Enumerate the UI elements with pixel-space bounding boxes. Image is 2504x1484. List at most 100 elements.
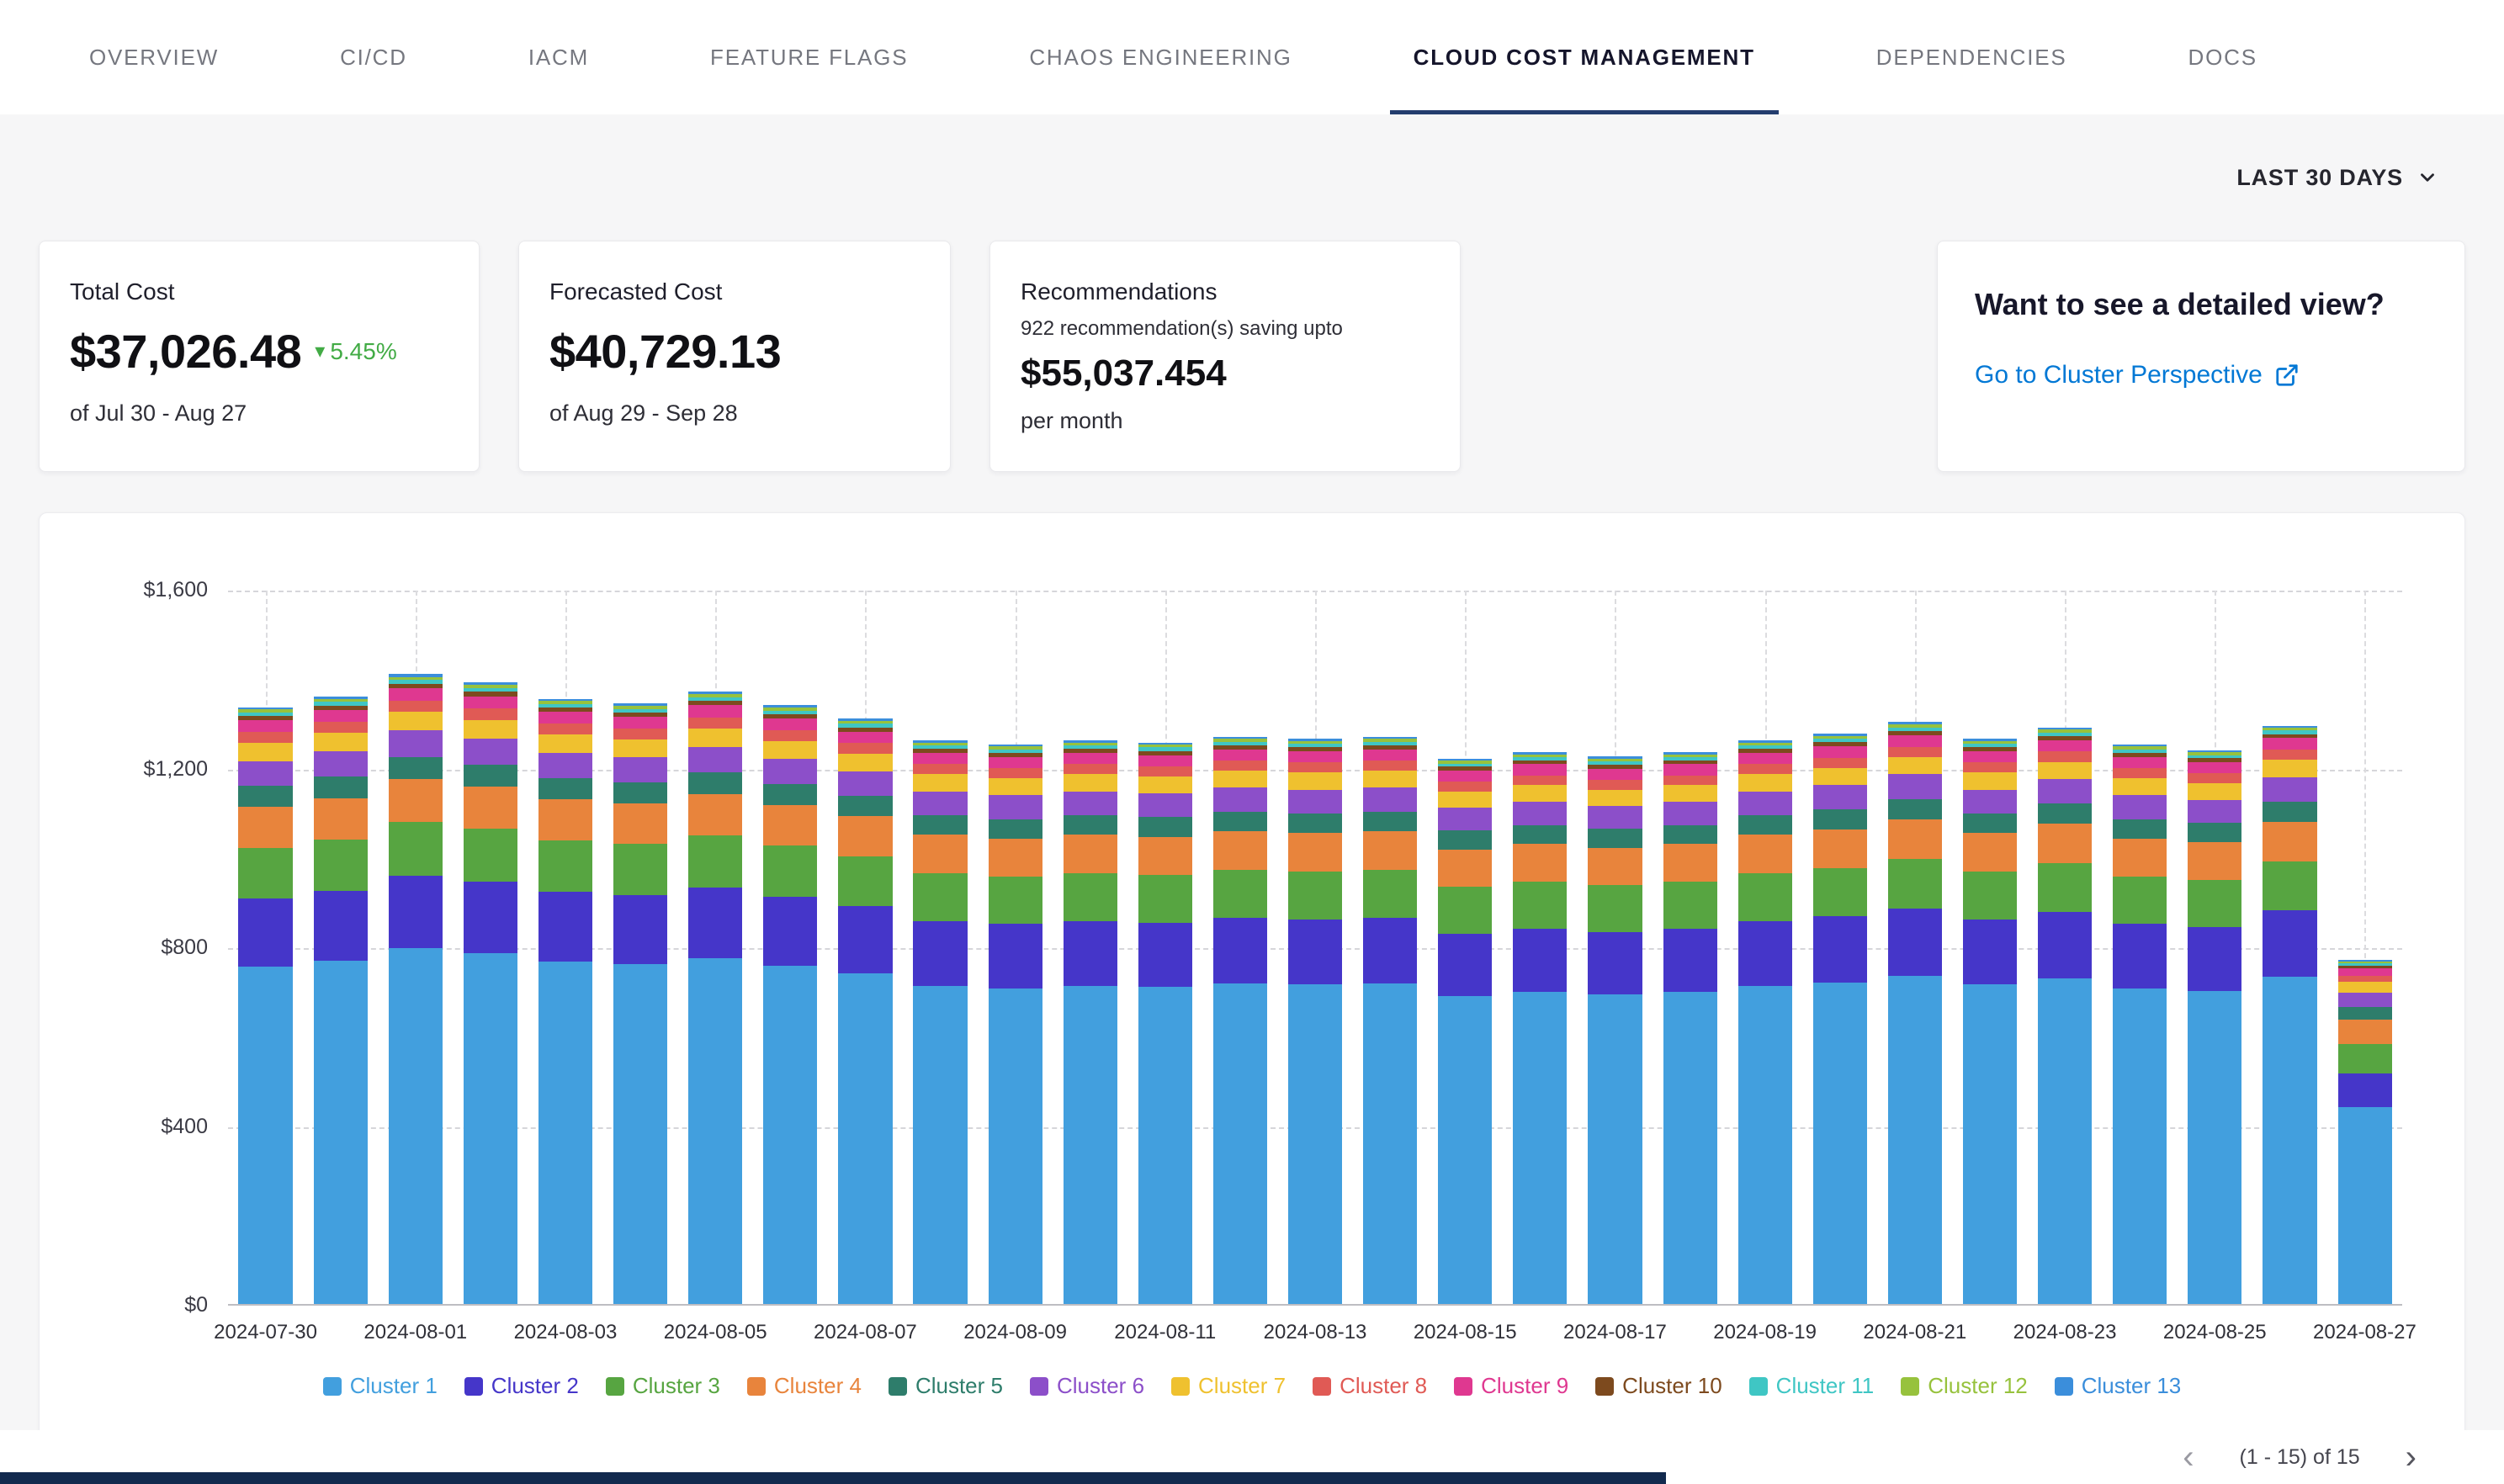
legend-item-cluster-8[interactable]: Cluster 8 (1313, 1373, 1427, 1399)
footer-bar: ‹ (1 - 15) of 15 › (0, 1430, 2504, 1484)
date-range-dropdown[interactable]: LAST 30 DAYS (2236, 165, 2438, 191)
bar-segment-cluster-2 (913, 921, 967, 986)
cost-chart-panel: $0$400$800$1,200$1,600 2024-07-302024-08… (39, 512, 2465, 1441)
forecasted-cost-card: Forecasted Cost $40,729.13 of Aug 29 - S… (518, 241, 951, 472)
pagination-prev-button[interactable]: ‹ (2176, 1440, 2200, 1474)
bar-segment-cluster-6 (2038, 779, 2092, 803)
bar-2024-08-16[interactable] (1513, 752, 1567, 1304)
bar-segment-cluster-5 (1064, 815, 1117, 835)
bar-2024-07-30[interactable] (238, 708, 292, 1304)
bar-2024-08-19[interactable] (1738, 740, 1792, 1304)
legend-item-cluster-2[interactable]: Cluster 2 (464, 1373, 579, 1399)
bar-segment-cluster-7 (913, 774, 967, 791)
bar-segment-cluster-1 (1363, 983, 1417, 1304)
tab-cloud-cost-management[interactable]: CLOUD COST MANAGEMENT (1408, 0, 1760, 114)
x-axis-tick: 2024-08-03 (514, 1321, 618, 1344)
bar-slot (1802, 591, 1877, 1304)
legend-label: Cluster 5 (915, 1373, 1003, 1399)
bar-segment-cluster-7 (238, 743, 292, 761)
cluster-perspective-link[interactable]: Go to Cluster Perspective (1975, 361, 2300, 390)
bar-segment-cluster-9 (989, 757, 1042, 768)
bar-2024-08-20[interactable] (1813, 734, 1867, 1304)
legend-item-cluster-13[interactable]: Cluster 13 (2055, 1373, 2182, 1399)
bar-segment-cluster-7 (763, 741, 817, 759)
bar-segment-cluster-3 (2038, 863, 2092, 912)
legend-item-cluster-10[interactable]: Cluster 10 (1595, 1373, 1722, 1399)
bar-2024-08-14[interactable] (1363, 737, 1417, 1304)
summary-cards-row: Total Cost $37,026.48 ▾ 5.45% of Jul 30 … (0, 241, 2504, 472)
legend-item-cluster-6[interactable]: Cluster 6 (1030, 1373, 1144, 1399)
bar-2024-08-06[interactable] (763, 705, 817, 1304)
bar-segment-cluster-4 (314, 798, 368, 840)
bar-2024-08-05[interactable] (688, 692, 742, 1304)
legend-label: Cluster 8 (1340, 1373, 1427, 1399)
bar-slot (1503, 591, 1578, 1304)
bar-2024-08-26[interactable] (2263, 726, 2316, 1304)
bar-segment-cluster-3 (238, 848, 292, 898)
tab-chaos-engineering[interactable]: CHAOS ENGINEERING (1024, 0, 1297, 114)
bar-2024-08-10[interactable] (1064, 740, 1117, 1304)
tab-docs[interactable]: DOCS (2183, 0, 2263, 114)
legend-item-cluster-3[interactable]: Cluster 3 (606, 1373, 720, 1399)
bar-segment-cluster-4 (989, 839, 1042, 877)
bar-2024-08-12[interactable] (1213, 737, 1267, 1304)
bar-2024-08-15[interactable] (1438, 759, 1492, 1304)
bar-2024-08-22[interactable] (1963, 739, 2017, 1304)
bar-segment-cluster-5 (1288, 814, 1342, 833)
bar-2024-08-17[interactable] (1588, 756, 1642, 1304)
bar-segment-cluster-3 (1438, 887, 1492, 933)
legend-item-cluster-11[interactable]: Cluster 11 (1749, 1373, 1875, 1399)
bar-2024-07-31[interactable] (314, 697, 368, 1304)
x-axis-tick: 2024-08-17 (1563, 1321, 1667, 1344)
bar-2024-08-25[interactable] (2188, 750, 2241, 1304)
bar-2024-08-24[interactable] (2113, 745, 2167, 1304)
content-area: LAST 30 DAYS Total Cost $37,026.48 ▾ 5.4… (0, 114, 2504, 1441)
tab-iacm[interactable]: IACM (523, 0, 594, 114)
legend-item-cluster-4[interactable]: Cluster 4 (747, 1373, 862, 1399)
bar-2024-08-18[interactable] (1663, 752, 1717, 1304)
tab-overview[interactable]: OVERVIEW (84, 0, 224, 114)
bar-segment-cluster-7 (1963, 772, 2017, 789)
legend-item-cluster-7[interactable]: Cluster 7 (1171, 1373, 1286, 1399)
cluster-perspective-link-label: Go to Cluster Perspective (1975, 361, 2263, 390)
bar-2024-08-07[interactable] (838, 718, 892, 1304)
bar-segment-cluster-6 (1963, 790, 2017, 814)
bar-2024-08-04[interactable] (613, 703, 667, 1304)
bar-segment-cluster-1 (1438, 996, 1492, 1304)
legend-swatch (1595, 1377, 1614, 1396)
bar-2024-08-08[interactable] (913, 740, 967, 1304)
bar-2024-08-03[interactable] (538, 699, 592, 1304)
bar-2024-08-02[interactable] (464, 682, 517, 1304)
bar-segment-cluster-6 (1663, 802, 1717, 825)
bar-segment-cluster-6 (1738, 792, 1792, 815)
bar-segment-cluster-3 (1738, 873, 1792, 921)
bar-segment-cluster-7 (2038, 762, 2092, 780)
x-axis-tick: 2024-08-11 (1114, 1321, 1216, 1344)
bar-segment-cluster-2 (1064, 921, 1117, 986)
tab-feature-flags[interactable]: FEATURE FLAGS (705, 0, 913, 114)
bar-2024-08-09[interactable] (989, 745, 1042, 1304)
bar-2024-08-21[interactable] (1888, 722, 1942, 1304)
legend-label: Cluster 2 (491, 1373, 579, 1399)
legend-item-cluster-5[interactable]: Cluster 5 (889, 1373, 1003, 1399)
x-axis-tick: 2024-07-30 (214, 1321, 317, 1344)
bar-segment-cluster-8 (1738, 764, 1792, 774)
legend-item-cluster-12[interactable]: Cluster 12 (1901, 1373, 2028, 1399)
total-cost-title: Total Cost (70, 278, 448, 305)
legend-item-cluster-9[interactable]: Cluster 9 (1454, 1373, 1568, 1399)
tab-ci-cd[interactable]: CI/CD (335, 0, 412, 114)
bar-slot (1127, 591, 1202, 1304)
total-cost-delta: ▾ 5.45% (315, 338, 396, 365)
bar-segment-cluster-2 (2188, 927, 2241, 991)
bar-2024-08-27[interactable] (2338, 960, 2392, 1304)
tab-dependencies[interactable]: DEPENDENCIES (1871, 0, 2072, 114)
pagination-next-button[interactable]: › (2399, 1440, 2423, 1474)
bar-2024-08-01[interactable] (389, 674, 443, 1304)
bar-2024-08-23[interactable] (2038, 728, 2092, 1304)
bar-segment-cluster-2 (2263, 910, 2316, 977)
bar-segment-cluster-9 (2038, 740, 2092, 752)
legend-item-cluster-1[interactable]: Cluster 1 (323, 1373, 438, 1399)
bar-segment-cluster-2 (1363, 918, 1417, 983)
bar-2024-08-13[interactable] (1288, 739, 1342, 1304)
bar-2024-08-11[interactable] (1138, 743, 1192, 1304)
